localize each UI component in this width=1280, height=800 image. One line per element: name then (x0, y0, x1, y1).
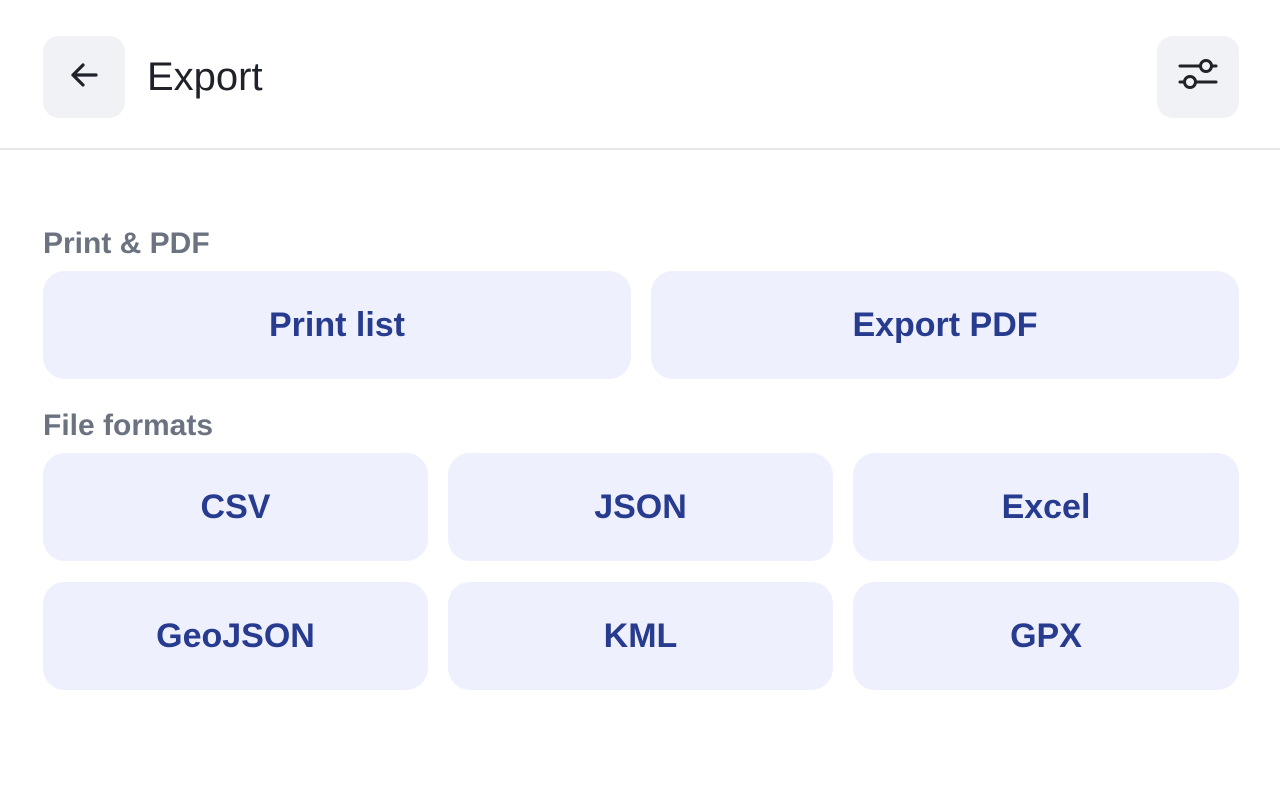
filter-settings-button[interactable] (1157, 36, 1239, 118)
arrow-left-icon (66, 57, 102, 98)
page-title: Export (147, 55, 263, 99)
print-list-button[interactable]: Print list (43, 271, 631, 379)
excel-button[interactable]: Excel (853, 453, 1239, 561)
gpx-button[interactable]: GPX (853, 582, 1239, 690)
back-button[interactable] (43, 36, 125, 118)
top-bar: Export (0, 0, 1280, 150)
sliders-icon (1177, 54, 1219, 101)
csv-button[interactable]: CSV (43, 453, 428, 561)
section-label-file-formats: File formats (43, 409, 214, 442)
kml-button[interactable]: KML (448, 582, 833, 690)
geojson-button[interactable]: GeoJSON (43, 582, 428, 690)
export-pdf-button[interactable]: Export PDF (651, 271, 1239, 379)
section-label-print-pdf: Print & PDF (43, 227, 210, 260)
json-button[interactable]: JSON (448, 453, 833, 561)
